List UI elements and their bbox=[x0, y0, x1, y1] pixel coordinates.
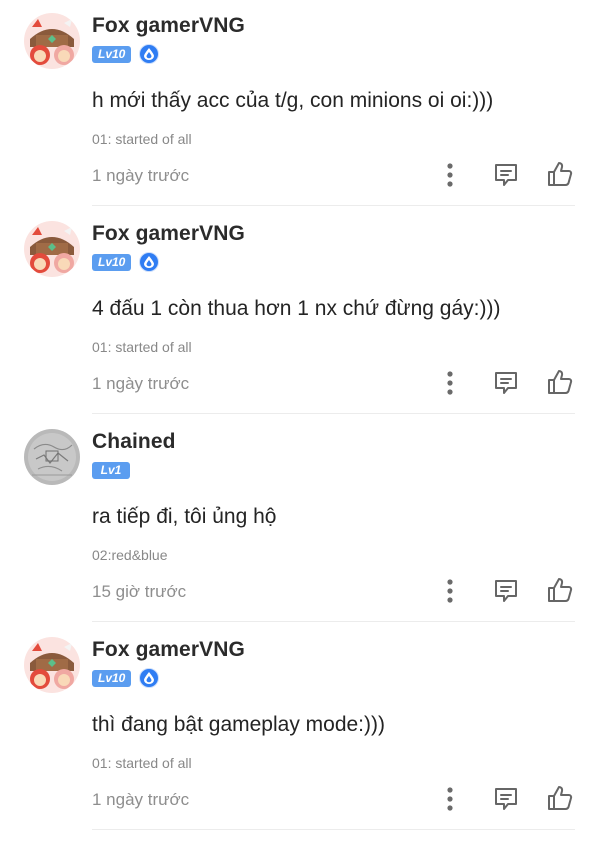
user-avatar[interactable] bbox=[24, 637, 80, 693]
comment-text: thì đang bật gameplay mode:))) bbox=[92, 713, 385, 736]
reply-button[interactable] bbox=[490, 575, 522, 607]
like-button[interactable] bbox=[544, 574, 576, 606]
divider bbox=[92, 621, 575, 622]
comment-item: Fox gamerVNG Lv10 h mới thấy acc của t/g… bbox=[0, 0, 600, 208]
like-button[interactable] bbox=[544, 158, 576, 190]
grey-sketch-avatar-icon bbox=[24, 429, 80, 485]
user-avatar[interactable] bbox=[24, 429, 80, 485]
user-badges: Lv10 bbox=[92, 668, 160, 688]
comment-time: 1 ngày trước bbox=[92, 374, 190, 393]
username[interactable]: Fox gamerVNG bbox=[92, 222, 245, 246]
level-badge: Lv10 bbox=[92, 669, 132, 687]
reply-button[interactable] bbox=[490, 367, 522, 399]
fox-character-avatar-icon bbox=[24, 221, 80, 277]
user-flair: 01: started of all bbox=[92, 755, 192, 771]
comment-reply-icon bbox=[495, 372, 517, 394]
user-badges: Lv1 bbox=[92, 460, 130, 480]
more-options-button[interactable] bbox=[438, 369, 462, 397]
more-vertical-icon bbox=[447, 371, 453, 395]
reply-button[interactable] bbox=[490, 783, 522, 815]
thumbs-up-icon bbox=[548, 578, 573, 602]
more-vertical-icon bbox=[447, 787, 453, 811]
comment-reply-icon bbox=[495, 788, 517, 810]
like-button[interactable] bbox=[544, 782, 576, 814]
level-badge: Lv1 bbox=[92, 461, 130, 479]
fox-character-avatar-icon bbox=[24, 13, 80, 69]
thumbs-up-icon bbox=[548, 370, 573, 394]
more-options-button[interactable] bbox=[438, 785, 462, 813]
like-button[interactable] bbox=[544, 366, 576, 398]
water-drop-gem-icon bbox=[139, 668, 160, 688]
username[interactable]: Fox gamerVNG bbox=[92, 638, 245, 662]
user-avatar[interactable] bbox=[24, 13, 80, 69]
user-badges: Lv10 bbox=[92, 44, 160, 64]
comment-time: 1 ngày trước bbox=[92, 790, 190, 809]
divider bbox=[92, 829, 575, 830]
comment-item: Chained Lv1 ra tiếp đi, tôi ủng hộ 02:re… bbox=[0, 416, 600, 624]
comment-reply-icon bbox=[495, 164, 517, 186]
divider bbox=[92, 413, 575, 414]
username[interactable]: Chained bbox=[92, 430, 176, 454]
water-drop-gem-icon bbox=[139, 44, 160, 64]
user-flair: 01: started of all bbox=[92, 339, 192, 355]
user-flair: 02:red&blue bbox=[92, 547, 168, 563]
divider bbox=[92, 205, 575, 206]
reply-button[interactable] bbox=[490, 159, 522, 191]
user-avatar[interactable] bbox=[24, 221, 80, 277]
comment-item: Fox gamerVNG Lv10 4 đấu 1 còn thua hơn 1… bbox=[0, 208, 600, 416]
more-options-button[interactable] bbox=[438, 161, 462, 189]
user-badges: Lv10 bbox=[92, 252, 160, 272]
comment-text: h mới thấy acc của t/g, con minions oi o… bbox=[92, 89, 494, 112]
comment-text: 4 đấu 1 còn thua hơn 1 nx chứ đừng gáy:)… bbox=[92, 297, 501, 320]
water-drop-gem-icon bbox=[139, 252, 160, 272]
comment-reply-icon bbox=[495, 580, 517, 602]
level-badge: Lv10 bbox=[92, 253, 132, 271]
comment-text: ra tiếp đi, tôi ủng hộ bbox=[92, 505, 277, 528]
comment-item: Fox gamerVNG Lv10 thì đang bật gameplay … bbox=[0, 624, 600, 832]
more-options-button[interactable] bbox=[438, 577, 462, 605]
comment-time: 15 giờ trước bbox=[92, 582, 187, 601]
more-vertical-icon bbox=[447, 579, 453, 603]
fox-character-avatar-icon bbox=[24, 637, 80, 693]
user-flair: 01: started of all bbox=[92, 131, 192, 147]
level-badge: Lv10 bbox=[92, 45, 132, 63]
username[interactable]: Fox gamerVNG bbox=[92, 14, 245, 38]
comment-time: 1 ngày trước bbox=[92, 166, 190, 185]
thumbs-up-icon bbox=[548, 162, 573, 186]
more-vertical-icon bbox=[447, 163, 453, 187]
thumbs-up-icon bbox=[548, 786, 573, 810]
